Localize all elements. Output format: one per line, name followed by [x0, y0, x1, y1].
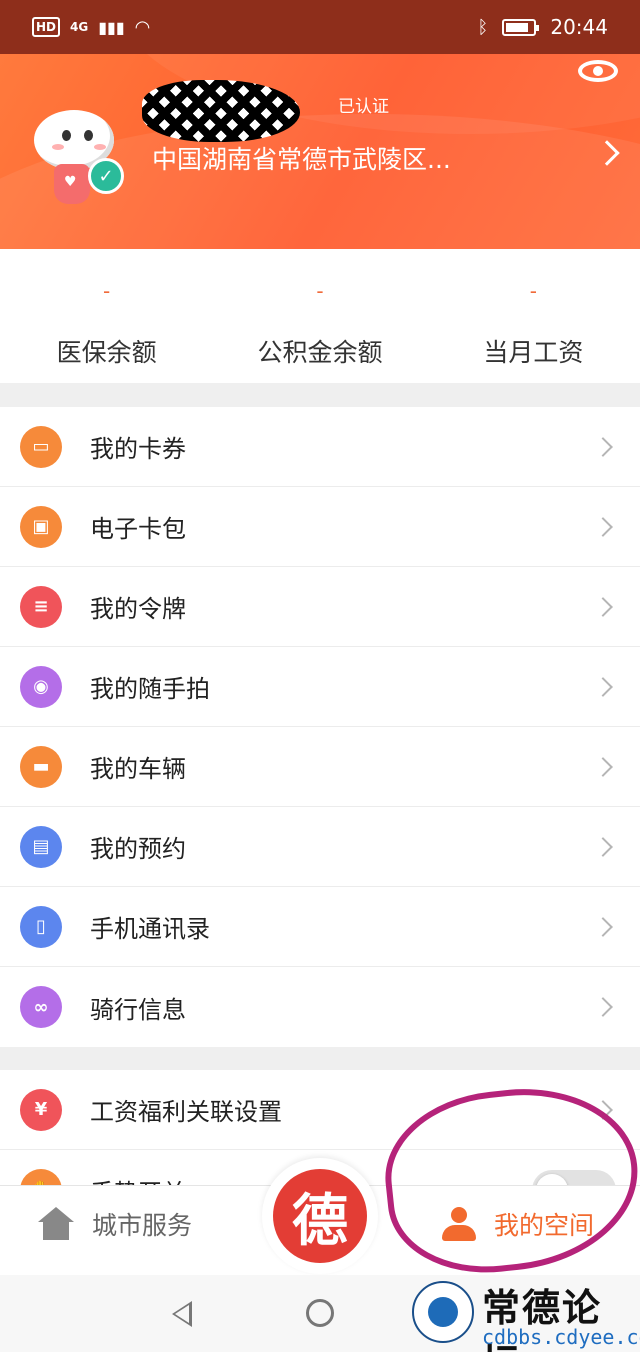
- avatar[interactable]: ♥ ✓: [28, 106, 124, 206]
- menu-item-token[interactable]: ≡ 我的令牌: [0, 567, 640, 647]
- chevron-right-icon: [593, 516, 613, 537]
- balance-value: -: [316, 279, 324, 303]
- center-home-button[interactable]: 德: [262, 1158, 378, 1274]
- clock: 20:44: [550, 15, 608, 39]
- menu-item-vehicles[interactable]: ▬ 我的车辆: [0, 727, 640, 807]
- profile-header[interactable]: ♥ ✓ 已认证 中国湖南省常德市武陵区...: [0, 54, 640, 249]
- menu-item-cycling[interactable]: ∞ 骑行信息: [0, 967, 640, 1047]
- watermark: 常德论坛 cdbbs.cdyee.com: [412, 1277, 640, 1352]
- car-icon: ▬: [20, 745, 62, 788]
- chevron-right-icon: [593, 436, 613, 457]
- forum-logo-icon: [412, 1281, 474, 1343]
- balance-monthly-salary[interactable]: - 当月工资: [427, 249, 640, 383]
- menu-item-label: 我的卡券: [90, 435, 186, 463]
- status-bar: HD 4G ▮▮▮ ◠ ᛒ 20:44: [0, 0, 640, 54]
- back-icon[interactable]: [172, 1301, 192, 1327]
- hd-indicator: HD: [32, 17, 61, 37]
- chevron-right-icon: [593, 997, 613, 1017]
- balance-value: -: [529, 279, 537, 303]
- document-icon: ▤: [20, 825, 62, 868]
- network-indicator: 4G: [70, 20, 89, 34]
- balance-housing-fund[interactable]: - 公积金余额: [213, 249, 426, 383]
- contacts-icon: ▯: [20, 905, 62, 948]
- avatar-cheek: [94, 144, 106, 150]
- menu-item-label: 骑行信息: [90, 995, 186, 1024]
- menu-item-label: 手机通讯录: [90, 915, 210, 943]
- address-text: 中国湖南省常德市武陵区...: [152, 145, 451, 174]
- eye-icon[interactable]: [578, 60, 618, 82]
- signal-icon: ▮▮▮: [98, 17, 125, 37]
- system-nav-bar: 常德论坛 cdbbs.cdyee.com: [0, 1275, 640, 1352]
- balance-label: 公积金余额: [257, 338, 383, 367]
- balance-label: 当月工资: [483, 338, 584, 367]
- redacted-username: [142, 80, 300, 142]
- token-icon: ≡: [20, 585, 62, 628]
- chevron-right-icon: [593, 756, 613, 777]
- menu-item-label: 我的随手拍: [90, 675, 210, 703]
- avatar-eye: [84, 130, 93, 141]
- battery-level: [506, 22, 529, 32]
- menu-list-main: ▭ 我的卡券 ▣ 电子卡包 ≡ 我的令牌 ◉ 我的随手拍 ▬ 我的车辆 ▤ 我的…: [0, 407, 640, 1047]
- chevron-right-icon: [593, 676, 613, 697]
- menu-item-label: 我的令牌: [90, 595, 186, 623]
- wallet-icon: ▣: [20, 505, 62, 548]
- menu-item-card-coupons[interactable]: ▭ 我的卡券: [0, 407, 640, 487]
- home-circle-icon[interactable]: [306, 1299, 334, 1327]
- menu-item-label: 电子卡包: [90, 515, 186, 543]
- menu-item-appointments[interactable]: ▤ 我的预约: [0, 807, 640, 887]
- verified-shield-icon: ✓: [88, 158, 124, 194]
- menu-item-label: 我的车辆: [90, 755, 186, 783]
- verified-label: 已认证: [338, 97, 389, 117]
- watermark-url: cdbbs.cdyee.com: [482, 1325, 640, 1349]
- chevron-right-icon: [593, 596, 613, 617]
- home-icon: [38, 1207, 74, 1241]
- avatar-cheek: [52, 144, 64, 150]
- de-logo-icon: 德: [273, 1169, 367, 1263]
- card-icon: ▭: [20, 425, 62, 468]
- bike-icon: ∞: [20, 986, 62, 1028]
- menu-item-contacts[interactable]: ▯ 手机通讯录: [0, 887, 640, 967]
- menu-item-label: 我的预约: [90, 835, 186, 863]
- wifi-icon: ◠: [134, 16, 151, 38]
- chevron-right-icon: [593, 836, 613, 857]
- avatar-eye: [62, 130, 71, 141]
- tab-city-services[interactable]: 城市服务: [38, 1206, 192, 1242]
- balance-label: 医保余额: [56, 338, 157, 367]
- balance-value: -: [103, 279, 111, 303]
- bluetooth-icon: ᛒ: [477, 16, 489, 38]
- chevron-right-icon: [593, 916, 613, 937]
- menu-item-snapshot[interactable]: ◉ 我的随手拍: [0, 647, 640, 727]
- money-bag-icon: ¥: [20, 1088, 62, 1131]
- balance-medical-insurance[interactable]: - 医保余额: [0, 249, 213, 383]
- tab-label: 城市服务: [92, 1211, 193, 1240]
- menu-item-e-wallet[interactable]: ▣ 电子卡包: [0, 487, 640, 567]
- camera-icon: ◉: [20, 665, 62, 708]
- balance-summary: - 医保余额 - 公积金余额 - 当月工资: [0, 249, 640, 383]
- heart-icon: ♥: [64, 174, 77, 190]
- battery-icon: [502, 18, 540, 36]
